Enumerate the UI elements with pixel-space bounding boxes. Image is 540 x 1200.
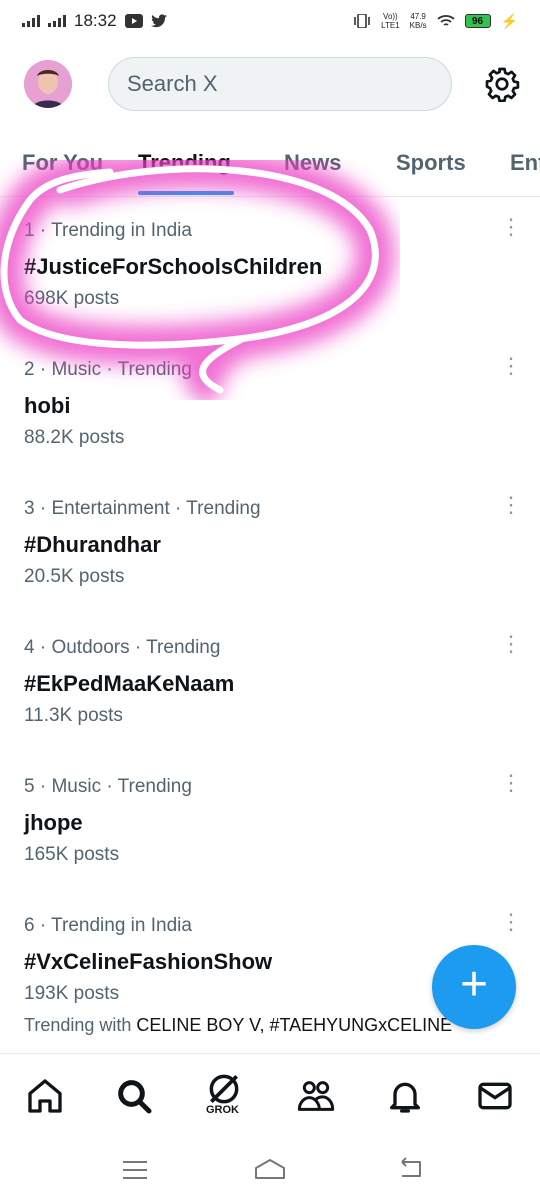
status-bar: 18:32 Vo)) LTE1 47.9 KB/s 96 ⚡ xyxy=(0,0,540,42)
system-nav xyxy=(0,1140,540,1200)
signal-icon xyxy=(22,15,40,27)
trending-with: Trending with CELINE BOY V, #TAEHYUNGxCE… xyxy=(24,1015,452,1036)
youtube-icon xyxy=(124,14,143,28)
charging-icon: ⚡ xyxy=(500,12,518,29)
battery-indicator: 96 xyxy=(464,14,491,28)
trend-item[interactable]: 1 · Trending in India #JusticeForSchools… xyxy=(0,216,540,350)
trend-name: #Dhurandhar xyxy=(24,532,161,557)
more-options-icon[interactable]: ⋮ xyxy=(500,772,522,800)
more-options-icon[interactable]: ⋮ xyxy=(500,911,522,939)
grok-label: GROK xyxy=(206,1104,239,1116)
home-icon[interactable] xyxy=(25,1076,65,1116)
status-time: 18:32 xyxy=(74,11,117,30)
tab-bar: For You Trending News Sports Ent xyxy=(0,140,540,197)
more-options-icon[interactable]: ⋮ xyxy=(500,633,522,661)
trend-item[interactable]: 4 · Outdoors · Trending #EkPedMaaKeNaam … xyxy=(0,633,540,767)
trend-name: hobi xyxy=(24,393,71,418)
vibrate-icon xyxy=(354,14,370,28)
trend-item[interactable]: 3 · Entertainment · Trending #Dhurandhar… xyxy=(0,494,540,628)
compose-button[interactable]: + xyxy=(432,945,516,1029)
network-speed: 47.9 KB/s xyxy=(409,12,427,30)
tab-indicator xyxy=(138,191,234,195)
twitter-bird-icon xyxy=(150,14,167,28)
trend-meta: 3 · Entertainment · Trending xyxy=(24,498,261,519)
more-options-icon[interactable]: ⋮ xyxy=(500,494,522,522)
bottom-nav: GROK xyxy=(0,1053,540,1140)
tab-news[interactable]: News xyxy=(284,150,341,176)
grok-icon[interactable] xyxy=(205,1070,243,1108)
trend-meta: 2 · Music · Trending xyxy=(24,359,192,380)
trend-item[interactable]: 5 · Music · Trending jhope 165K posts ⋮ xyxy=(0,772,540,906)
avatar-image xyxy=(24,60,72,108)
trend-count: 193K posts xyxy=(24,983,120,1004)
back-icon[interactable] xyxy=(396,1156,426,1182)
trending-with-terms: CELINE BOY V, #TAEHYUNGxCELINE xyxy=(136,1015,453,1035)
status-left: 18:32 xyxy=(22,11,167,31)
trending-with-prefix: Trending with xyxy=(24,1015,137,1035)
search-icon[interactable] xyxy=(114,1076,154,1116)
search-placeholder: Search X xyxy=(127,71,218,96)
more-options-icon[interactable]: ⋮ xyxy=(500,355,522,383)
signal-icon-2 xyxy=(48,15,66,27)
search-input[interactable]: Search X xyxy=(108,57,452,111)
trend-meta: 6 · Trending in India xyxy=(24,915,192,936)
bell-icon[interactable] xyxy=(385,1076,425,1116)
trend-name: jhope xyxy=(24,810,83,835)
trend-meta: 5 · Music · Trending xyxy=(24,776,192,797)
tab-sports[interactable]: Sports xyxy=(396,150,466,176)
trend-meta: 4 · Outdoors · Trending xyxy=(24,637,221,658)
tab-entertainment[interactable]: Ent xyxy=(510,150,540,176)
avatar[interactable] xyxy=(24,60,72,108)
trend-count: 165K posts xyxy=(24,844,120,865)
top-bar: Search X xyxy=(0,52,540,116)
network-type: Vo)) LTE1 xyxy=(381,12,400,30)
mail-icon[interactable] xyxy=(475,1076,515,1116)
trend-name: #EkPedMaaKeNaam xyxy=(24,671,235,696)
tab-trending[interactable]: Trending xyxy=(138,150,231,176)
status-right: Vo)) LTE1 47.9 KB/s 96 ⚡ xyxy=(353,12,518,30)
more-options-icon[interactable]: ⋮ xyxy=(500,216,522,244)
tab-for-you[interactable]: For You xyxy=(22,150,103,176)
wifi-icon xyxy=(436,15,455,26)
trend-name: #JusticeForSchoolsChildren xyxy=(24,254,323,279)
trend-meta: 1 · Trending in India xyxy=(24,220,192,241)
trend-count: 11.3K posts xyxy=(24,705,123,726)
trend-count: 88.2K posts xyxy=(24,427,125,448)
trend-item[interactable]: 2 · Music · Trending hobi 88.2K posts ⋮ xyxy=(0,355,540,489)
trend-name: #VxCelineFashionShow xyxy=(24,949,273,974)
gear-icon[interactable] xyxy=(484,66,520,102)
home-nav-icon[interactable] xyxy=(252,1154,288,1182)
communities-icon[interactable] xyxy=(296,1076,336,1116)
trend-count: 20.5K posts xyxy=(24,566,125,587)
trend-count: 698K posts xyxy=(24,288,120,309)
recents-icon[interactable] xyxy=(120,1158,150,1182)
